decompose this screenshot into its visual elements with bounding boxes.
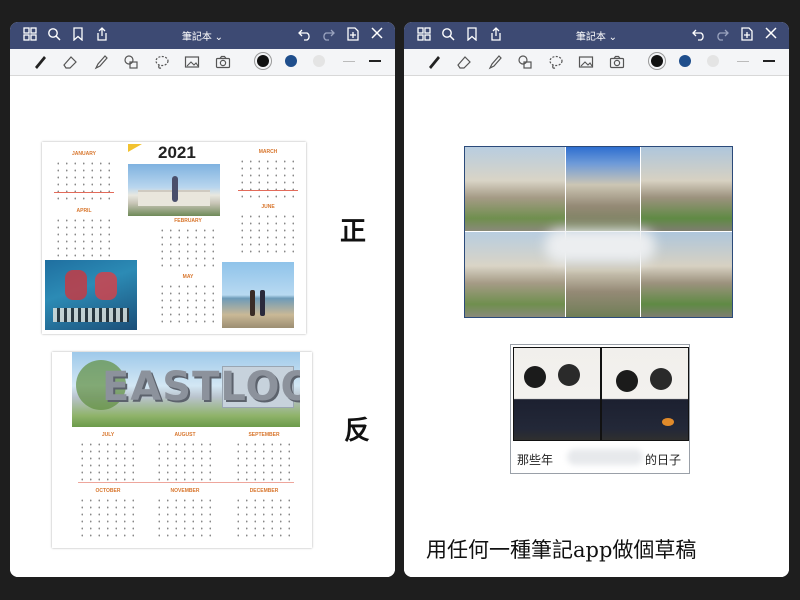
- month-grid: [155, 441, 215, 481]
- search-icon[interactable]: [440, 27, 456, 43]
- blurred-region: [545, 229, 655, 263]
- color-swatch-black[interactable]: [651, 55, 663, 67]
- notebook-title[interactable]: 筆記本 ⌄: [404, 28, 789, 43]
- notebook-pane-left: 筆記本 ⌄ 2021 JANUARY MARCH APRIL FEBRUARY …: [10, 22, 395, 577]
- calendar-year: 2021: [158, 143, 196, 162]
- calendar-back-sheet[interactable]: EASTLOOP JULY AUGUST SEPTEMBER OCTOBER N…: [52, 352, 312, 548]
- undo-icon[interactable]: [691, 27, 707, 43]
- month-label: OCTOBER: [95, 488, 121, 494]
- collage-tile: [641, 147, 732, 232]
- image-icon[interactable]: [184, 54, 200, 70]
- notebook-title[interactable]: 筆記本 ⌄: [10, 28, 395, 43]
- stroke-width-thick[interactable]: [369, 60, 381, 62]
- polaroid-photo[interactable]: 那些年 的日子: [510, 344, 690, 474]
- pen-icon[interactable]: [32, 54, 48, 70]
- color-swatch-light[interactable]: [313, 55, 325, 67]
- month-grid: [78, 441, 138, 481]
- banner-sculpture-text: EASTLOOP: [102, 364, 300, 410]
- grid-icon[interactable]: [22, 27, 38, 43]
- corner-accent: [128, 144, 142, 152]
- month-grid: [234, 441, 294, 481]
- stroke-width-thick[interactable]: [763, 60, 775, 62]
- title-bar: 筆記本 ⌄: [10, 22, 395, 49]
- highlighter-icon[interactable]: [93, 54, 109, 70]
- share-icon[interactable]: [94, 27, 110, 43]
- photo-beach[interactable]: [222, 262, 294, 328]
- bookmark-icon[interactable]: [464, 27, 480, 43]
- month-label: FEBRUARY: [174, 218, 202, 224]
- undo-icon[interactable]: [297, 27, 313, 43]
- month-label: NOVEMBER: [170, 488, 200, 494]
- eraser-icon[interactable]: [456, 54, 472, 70]
- close-icon[interactable]: [369, 27, 385, 43]
- highlighter-icon[interactable]: [487, 54, 503, 70]
- month-label: JANUARY: [72, 151, 96, 157]
- month-grid: [158, 227, 218, 267]
- photo-collage[interactable]: [464, 146, 733, 318]
- month-label: MAY: [182, 274, 194, 280]
- handwritten-note: 用任何一種筆記app做個草稿: [426, 538, 697, 562]
- title-bar: 筆記本 ⌄: [404, 22, 789, 49]
- shapes-icon[interactable]: [517, 54, 533, 70]
- month-grid: [238, 213, 298, 253]
- lasso-icon[interactable]: [154, 54, 170, 70]
- image-icon[interactable]: [578, 54, 594, 70]
- polaroid-caption-right: 的日子: [645, 453, 682, 467]
- photo-banner[interactable]: EASTLOOP: [72, 352, 300, 427]
- blurred-caption: [567, 449, 643, 465]
- month-label: DECEMBER: [249, 488, 279, 494]
- month-grid: [155, 497, 215, 537]
- polaroid-frame: [601, 347, 689, 441]
- add-page-icon[interactable]: [739, 27, 755, 43]
- photo-building[interactable]: [128, 164, 220, 216]
- close-icon[interactable]: [763, 27, 779, 43]
- polaroid-frame: [513, 347, 601, 441]
- month-label: AUGUST: [174, 432, 196, 438]
- notebook-page-left[interactable]: 2021 JANUARY MARCH APRIL FEBRUARY JUNE M…: [10, 76, 395, 577]
- tool-bar: [10, 49, 395, 76]
- redo-icon[interactable]: [320, 27, 336, 43]
- collage-tile: [465, 147, 566, 232]
- tool-bar: [404, 49, 789, 76]
- stroke-width-thin[interactable]: [737, 61, 749, 62]
- month-grid: [234, 497, 294, 537]
- back-side-label: 反: [344, 416, 371, 446]
- polaroid-caption-left: 那些年: [517, 453, 554, 467]
- eraser-icon[interactable]: [62, 54, 78, 70]
- color-swatch-blue[interactable]: [679, 55, 691, 67]
- search-icon[interactable]: [46, 27, 62, 43]
- notebook-page-right[interactable]: 那些年 的日子 用任何一種筆記app做個草稿: [404, 76, 789, 577]
- month-label: APRIL: [76, 208, 92, 214]
- notebook-pane-right: 筆記本 ⌄ 那些年 的日子 用任何一種筆記app做個草稿: [404, 22, 789, 577]
- month-label: MARCH: [258, 149, 278, 155]
- collage-tile: [566, 147, 641, 232]
- pen-icon[interactable]: [426, 54, 442, 70]
- camera-icon[interactable]: [609, 54, 625, 70]
- photo-underwater[interactable]: [45, 260, 137, 330]
- stroke-width-thin[interactable]: [343, 61, 355, 62]
- shapes-icon[interactable]: [123, 54, 139, 70]
- add-page-icon[interactable]: [345, 27, 361, 43]
- redo-icon[interactable]: [714, 27, 730, 43]
- share-icon[interactable]: [488, 27, 504, 43]
- month-grid: [158, 283, 218, 323]
- month-label: JULY: [101, 432, 115, 438]
- color-swatch-black[interactable]: [257, 55, 269, 67]
- month-grid: [54, 217, 114, 257]
- color-swatch-blue[interactable]: [285, 55, 297, 67]
- bookmark-icon[interactable]: [70, 27, 86, 43]
- front-side-label: 正: [340, 217, 367, 247]
- month-grid: [78, 497, 138, 537]
- color-swatch-light[interactable]: [707, 55, 719, 67]
- calendar-front-sheet[interactable]: 2021 JANUARY MARCH APRIL FEBRUARY JUNE M…: [42, 142, 306, 334]
- month-label: SEPTEMBER: [248, 432, 280, 438]
- camera-icon[interactable]: [215, 54, 231, 70]
- lasso-icon[interactable]: [548, 54, 564, 70]
- grid-icon[interactable]: [416, 27, 432, 43]
- month-label: JUNE: [261, 204, 275, 210]
